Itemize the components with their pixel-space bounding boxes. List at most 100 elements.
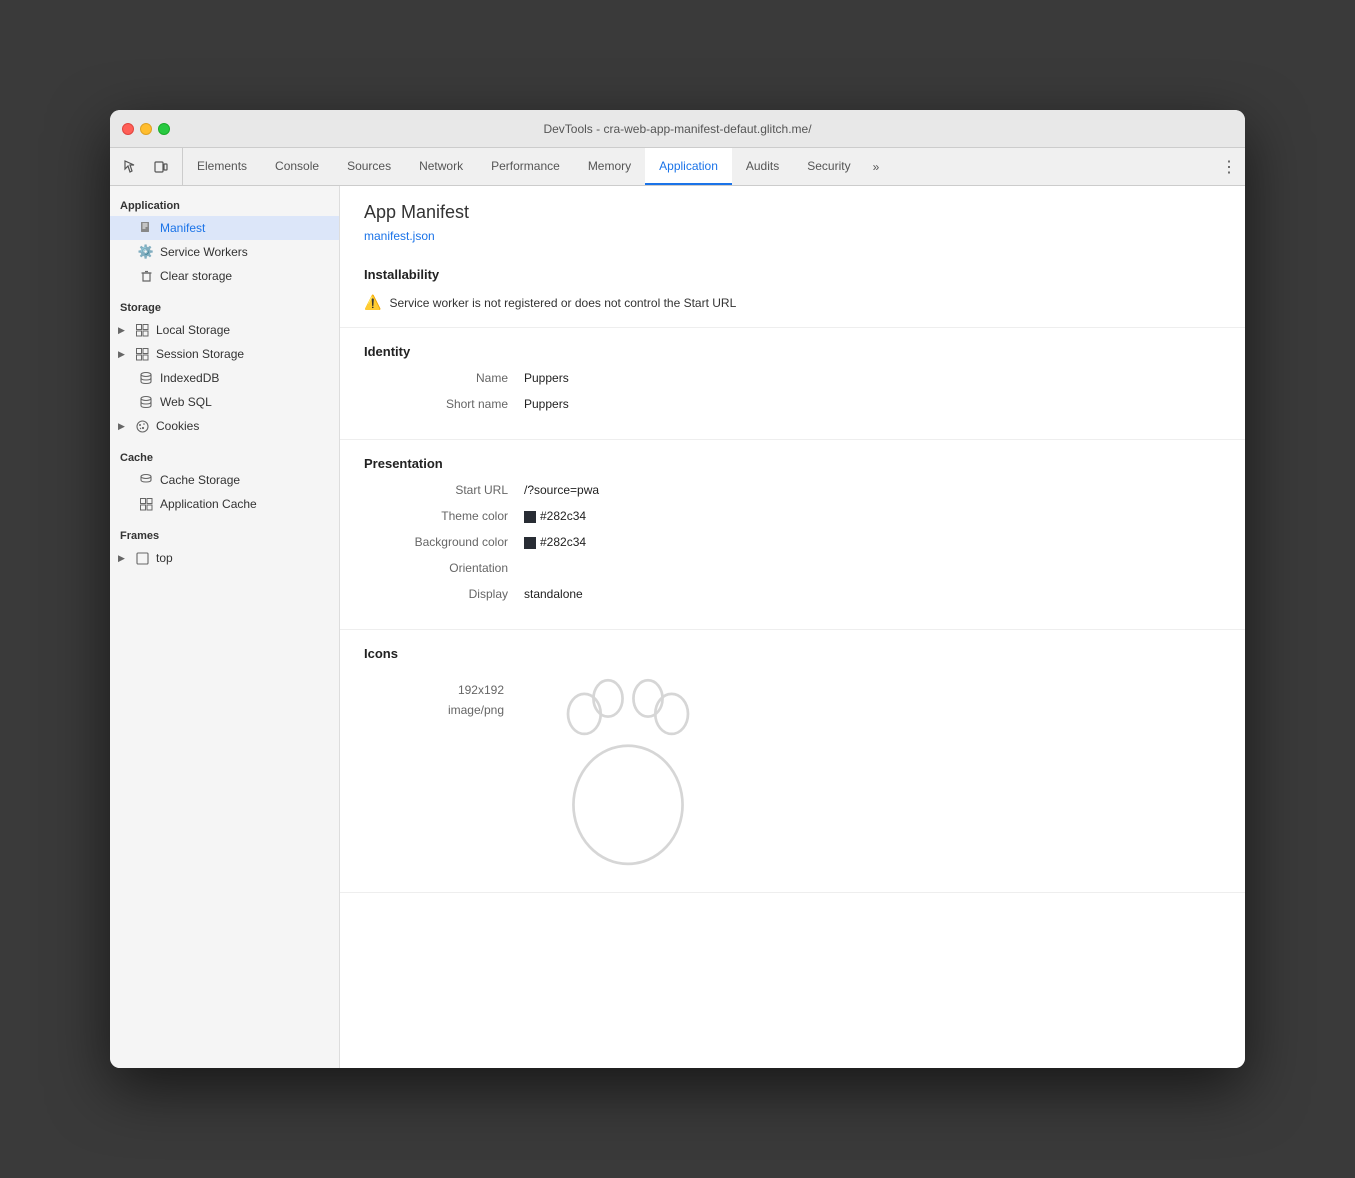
warning-icon: ⚠️ <box>364 294 381 311</box>
theme-color-value: #282c34 <box>524 509 586 523</box>
indexeddb-label: IndexedDB <box>160 371 219 385</box>
content-panel: App Manifest manifest.json Installabilit… <box>340 186 1245 1068</box>
icon-size: 192x192 <box>458 683 504 697</box>
inspect-element-button[interactable] <box>118 154 144 180</box>
sidebar-item-service-workers[interactable]: ⚙️ Service Workers <box>110 240 339 264</box>
cache-storage-label: Cache Storage <box>160 473 240 487</box>
sidebar-section-frames: Frames <box>110 524 339 546</box>
sidebar-item-session-storage[interactable]: ▶ Session Storage <box>110 342 339 366</box>
session-storage-icon <box>134 348 150 361</box>
installability-title: Installability <box>364 267 1221 282</box>
short-name-label: Short name <box>364 397 524 411</box>
paw-image <box>528 673 728 876</box>
clear-storage-label: Clear storage <box>160 269 232 283</box>
manifest-link[interactable]: manifest.json <box>364 229 435 243</box>
theme-color-row: Theme color #282c34 <box>364 509 1221 523</box>
local-storage-icon <box>134 324 150 337</box>
device-toolbar-button[interactable] <box>148 154 174 180</box>
tab-memory[interactable]: Memory <box>574 148 645 185</box>
name-value: Puppers <box>524 371 569 385</box>
application-cache-icon <box>138 498 154 511</box>
warning-text: Service worker is not registered or does… <box>389 296 736 310</box>
display-value: standalone <box>524 587 583 601</box>
tab-security[interactable]: Security <box>793 148 864 185</box>
sidebar-section-application: Application <box>110 194 339 216</box>
cache-storage-icon <box>138 473 154 487</box>
minimize-button[interactable] <box>140 123 152 135</box>
tab-network[interactable]: Network <box>405 148 477 185</box>
sidebar-section-cache: Cache <box>110 446 339 468</box>
cookies-icon <box>134 420 150 433</box>
local-storage-label: Local Storage <box>156 323 230 337</box>
sidebar-item-manifest[interactable]: Manifest <box>110 216 339 240</box>
main-content: Application Manifest ⚙️ Service Workers <box>110 186 1245 1068</box>
sidebar-item-web-sql[interactable]: Web SQL <box>110 390 339 414</box>
sidebar-item-cache-storage[interactable]: Cache Storage <box>110 468 339 492</box>
tab-console[interactable]: Console <box>261 148 333 185</box>
installability-warning: ⚠️ Service worker is not registered or d… <box>364 294 1221 311</box>
session-storage-arrow-icon: ▶ <box>118 349 128 360</box>
background-color-swatch <box>524 537 536 549</box>
presentation-section: Presentation Start URL /?source=pwa Them… <box>340 440 1245 630</box>
tab-toolbar <box>110 148 183 185</box>
sidebar-item-indexeddb[interactable]: IndexedDB <box>110 366 339 390</box>
tabs-container: Elements Console Sources Network Perform… <box>183 148 1213 185</box>
identity-title: Identity <box>364 344 1221 359</box>
identity-name-row: Name Puppers <box>364 371 1221 385</box>
web-sql-icon <box>138 395 154 409</box>
short-name-value: Puppers <box>524 397 569 411</box>
start-url-label: Start URL <box>364 483 524 497</box>
manifest-label: Manifest <box>160 221 205 235</box>
sidebar-item-local-storage[interactable]: ▶ Local Storage <box>110 318 339 342</box>
tab-audits[interactable]: Audits <box>732 148 793 185</box>
devtools-menu-button[interactable]: ⋮ <box>1213 148 1245 185</box>
sidebar-item-top-frame[interactable]: ▶ top <box>110 546 339 570</box>
presentation-title: Presentation <box>364 456 1221 471</box>
indexeddb-icon <box>138 371 154 385</box>
background-color-value: #282c34 <box>524 535 586 549</box>
sidebar: Application Manifest ⚙️ Service Workers <box>110 186 340 1068</box>
devtools-window: DevTools - cra-web-app-manifest-defaut.g… <box>110 110 1245 1068</box>
identity-shortname-row: Short name Puppers <box>364 397 1221 411</box>
tab-performance[interactable]: Performance <box>477 148 574 185</box>
cookies-arrow-icon: ▶ <box>118 421 128 432</box>
maximize-button[interactable] <box>158 123 170 135</box>
service-workers-label: Service Workers <box>160 245 248 259</box>
web-sql-label: Web SQL <box>160 395 212 409</box>
icon-info: 192x192 image/png <box>364 673 1221 876</box>
sidebar-item-clear-storage[interactable]: Clear storage <box>110 264 339 288</box>
session-storage-label: Session Storage <box>156 347 244 361</box>
top-frame-label: top <box>156 551 173 565</box>
orientation-row: Orientation <box>364 561 1221 575</box>
content-header: App Manifest manifest.json <box>340 186 1245 251</box>
titlebar: DevTools - cra-web-app-manifest-defaut.g… <box>110 110 1245 148</box>
service-workers-icon: ⚙️ <box>138 244 154 260</box>
background-color-row: Background color #282c34 <box>364 535 1221 549</box>
icon-labels: 192x192 image/png <box>364 673 504 717</box>
identity-section: Identity Name Puppers Short name Puppers <box>340 328 1245 440</box>
icons-section: Icons 192x192 image/png <box>340 630 1245 893</box>
top-frame-arrow-icon: ▶ <box>118 553 128 564</box>
tab-sources[interactable]: Sources <box>333 148 405 185</box>
start-url-value[interactable]: /?source=pwa <box>524 483 599 497</box>
tabs-overflow-button[interactable]: » <box>865 148 888 185</box>
display-label: Display <box>364 587 524 601</box>
window-title: DevTools - cra-web-app-manifest-defaut.g… <box>543 122 811 136</box>
name-label: Name <box>364 371 524 385</box>
frame-icon <box>134 552 150 565</box>
display-row: Display standalone <box>364 587 1221 601</box>
icon-type: image/png <box>448 703 504 717</box>
traffic-lights <box>122 123 170 135</box>
cookies-label: Cookies <box>156 419 199 433</box>
tabbar: Elements Console Sources Network Perform… <box>110 148 1245 186</box>
tab-elements[interactable]: Elements <box>183 148 261 185</box>
sidebar-item-cookies[interactable]: ▶ Cookies <box>110 414 339 438</box>
clear-storage-icon <box>138 270 154 283</box>
page-title: App Manifest <box>364 202 1221 223</box>
sidebar-section-storage: Storage <box>110 296 339 318</box>
sidebar-item-application-cache[interactable]: Application Cache <box>110 492 339 516</box>
close-button[interactable] <box>122 123 134 135</box>
orientation-label: Orientation <box>364 561 524 575</box>
tab-application[interactable]: Application <box>645 148 732 185</box>
theme-color-label: Theme color <box>364 509 524 523</box>
